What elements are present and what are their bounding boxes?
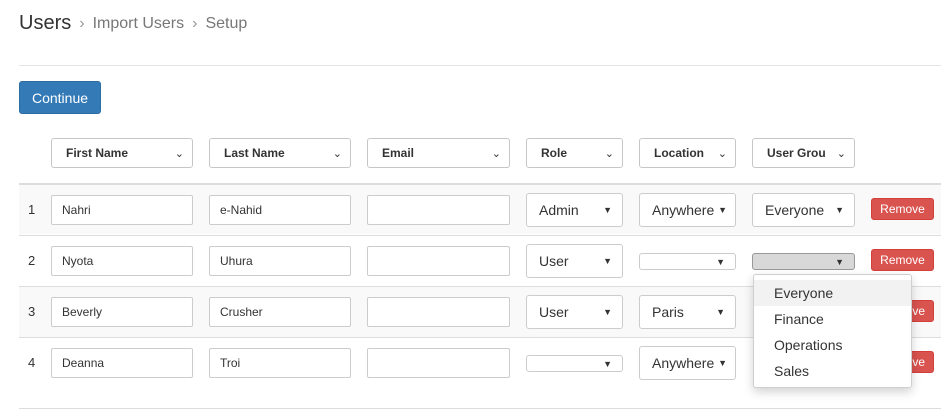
user-group-dropdown[interactable]: ▼ [752, 253, 855, 270]
caret-down-icon: ▼ [835, 205, 844, 215]
chevron-down-icon: ⌄ [717, 147, 727, 160]
last-name-input[interactable]: Uhura [209, 246, 351, 276]
column-select-last-name[interactable]: Last Name ⌄ [209, 138, 351, 168]
role-value: User [539, 304, 569, 320]
header-divider [19, 65, 941, 66]
role-value: Admin [539, 202, 579, 218]
row-number: 1 [28, 202, 36, 217]
role-dropdown[interactable]: User ▼ [526, 244, 623, 278]
location-dropdown[interactable]: ▼ [639, 253, 736, 270]
first-name-input[interactable]: Deanna [51, 348, 193, 378]
chevron-right-icon: › [192, 15, 198, 32]
location-value: Anywhere [652, 355, 715, 371]
first-name-input[interactable]: Nyota [51, 246, 193, 276]
table-bottom-divider [19, 408, 941, 409]
location-dropdown[interactable]: Anywhere ▼ [639, 346, 736, 380]
caret-down-icon: ▼ [718, 205, 727, 215]
column-select-label: Email [382, 146, 415, 160]
caret-down-icon: ▼ [603, 307, 612, 317]
chevron-down-icon: ⌄ [491, 147, 501, 160]
dropdown-option-sales[interactable]: Sales [754, 358, 911, 384]
remove-button[interactable]: Remove [871, 249, 934, 271]
column-select-label: Role [541, 146, 568, 160]
remove-button[interactable]: Remove [871, 198, 934, 220]
column-select-role[interactable]: Role ⌄ [526, 138, 623, 168]
breadcrumb-setup: Setup [205, 15, 248, 32]
last-name-input[interactable]: Troi [209, 348, 351, 378]
role-value: User [539, 253, 569, 269]
column-select-label: Location [654, 146, 704, 160]
dropdown-option-everyone[interactable]: Everyone [754, 280, 911, 306]
column-select-label: First Name [66, 146, 129, 160]
chevron-down-icon: ⌄ [174, 147, 184, 160]
user-group-dropdown[interactable]: Everyone ▼ [752, 193, 855, 227]
continue-button[interactable]: Continue [19, 81, 101, 114]
chevron-down-icon: ⌄ [836, 147, 846, 160]
caret-down-icon: ▼ [603, 205, 612, 215]
email-input[interactable] [367, 297, 510, 327]
caret-down-icon: ▼ [716, 256, 725, 267]
caret-down-icon: ▼ [603, 358, 612, 369]
dropdown-option-finance[interactable]: Finance [754, 306, 911, 332]
email-input[interactable] [367, 348, 510, 378]
column-select-label: Last Name [224, 146, 285, 160]
location-value: Anywhere [652, 202, 715, 218]
location-value: Paris [652, 304, 684, 320]
column-select-first-name[interactable]: First Name ⌄ [51, 138, 193, 168]
chevron-down-icon: ⌄ [604, 147, 614, 160]
email-input[interactable] [367, 246, 510, 276]
email-input[interactable] [367, 195, 510, 225]
last-name-input[interactable]: Crusher [209, 297, 351, 327]
caret-down-icon: ▼ [718, 358, 727, 368]
breadcrumb: Users › Import Users › Setup [19, 10, 247, 36]
caret-down-icon: ▼ [603, 256, 612, 266]
row-number: 2 [28, 253, 36, 268]
role-dropdown[interactable]: ▼ [526, 355, 623, 372]
dropdown-option-operations[interactable]: Operations [754, 332, 911, 358]
first-name-input[interactable]: Beverly [51, 297, 193, 327]
row-number: 3 [28, 304, 36, 319]
role-dropdown[interactable]: Admin ▼ [526, 193, 623, 227]
breadcrumb-import-users[interactable]: Import Users [93, 15, 185, 33]
row-number: 4 [28, 355, 36, 370]
caret-down-icon: ▼ [835, 256, 844, 267]
role-dropdown[interactable]: User ▼ [526, 295, 623, 329]
user-group-dropdown-menu: Everyone Finance Operations Sales [753, 274, 912, 388]
first-name-input[interactable]: Nahri [51, 195, 193, 225]
chevron-right-icon: › [79, 15, 85, 32]
column-select-email[interactable]: Email ⌄ [367, 138, 510, 168]
last-name-input[interactable]: e-Nahid [209, 195, 351, 225]
column-select-user-group[interactable]: User Grou ⌄ [752, 138, 855, 168]
caret-down-icon: ▼ [716, 307, 725, 317]
column-select-location[interactable]: Location ⌄ [639, 138, 736, 168]
breadcrumb-users[interactable]: Users [19, 12, 71, 35]
column-select-label: User Grou [767, 146, 826, 160]
user-group-value: Everyone [765, 202, 825, 218]
location-dropdown[interactable]: Anywhere ▼ [639, 193, 736, 227]
chevron-down-icon: ⌄ [332, 147, 342, 160]
location-dropdown[interactable]: Paris ▼ [639, 295, 736, 329]
